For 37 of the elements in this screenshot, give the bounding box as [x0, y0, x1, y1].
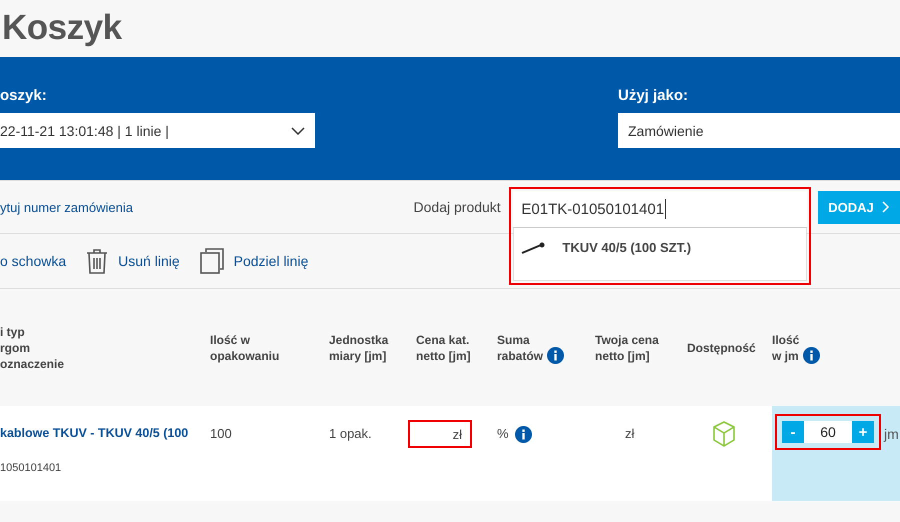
- chevron-down-icon: [291, 126, 305, 134]
- column-header: Ilość w opakowaniu: [210, 332, 280, 364]
- action-link[interactable]: o schowka: [0, 253, 66, 269]
- discount-text: %: [497, 426, 509, 441]
- cable-tie-icon: [520, 240, 546, 254]
- unit-text: 1 opak.: [329, 426, 372, 441]
- column-header: Cena kat. netto [jm]: [416, 332, 471, 364]
- column-header: Ilość w jm: [772, 332, 800, 364]
- column-header: Twoja cena netto [jm]: [595, 332, 659, 364]
- column-header: Suma rabatów: [497, 332, 544, 364]
- product-search-field[interactable]: E01TK-01050101401: [513, 191, 808, 228]
- your-price: zł: [624, 426, 634, 441]
- column-header: Jednostka miary [jm]: [329, 332, 388, 364]
- info-icon[interactable]: [547, 346, 564, 364]
- add-product-label: Dodaj produkt: [414, 199, 502, 215]
- unit-text: jm: [884, 425, 899, 442]
- quantity-field[interactable]: 60: [804, 421, 852, 443]
- column-header: i typ rgom oznaczenie: [0, 324, 64, 372]
- trash-icon: [86, 248, 108, 274]
- use-as-label: Użyj jako:: [618, 87, 690, 104]
- list-price: zł: [408, 420, 472, 448]
- product-code: 1050101401: [0, 462, 62, 474]
- page-title: Koszyk: [1, 7, 123, 49]
- info-icon[interactable]: [803, 346, 820, 364]
- chevron-right-icon: [882, 201, 890, 213]
- info-icon[interactable]: [514, 426, 532, 443]
- order-number-link[interactable]: ytuj numer zamówienia: [0, 200, 414, 214]
- cart-select[interactable]: 22-11-21 13:01:48 | 1 linie |: [0, 113, 315, 148]
- suggestion-item[interactable]: TKUV 40/5 (100 SZT.): [514, 228, 806, 267]
- cart-label: oszyk:: [0, 87, 48, 104]
- product-name-link[interactable]: kablowe TKUV - TKUV 40/5 (100: [0, 426, 188, 440]
- column-header: Dostępność: [687, 340, 756, 356]
- action-link[interactable]: Usuń linię: [86, 248, 180, 274]
- copy-icon: [200, 248, 224, 274]
- action-link[interactable]: Podziel linię: [200, 248, 308, 274]
- use-as-select[interactable]: Zamówienie: [618, 113, 900, 148]
- pack-quantity: 100: [210, 426, 232, 441]
